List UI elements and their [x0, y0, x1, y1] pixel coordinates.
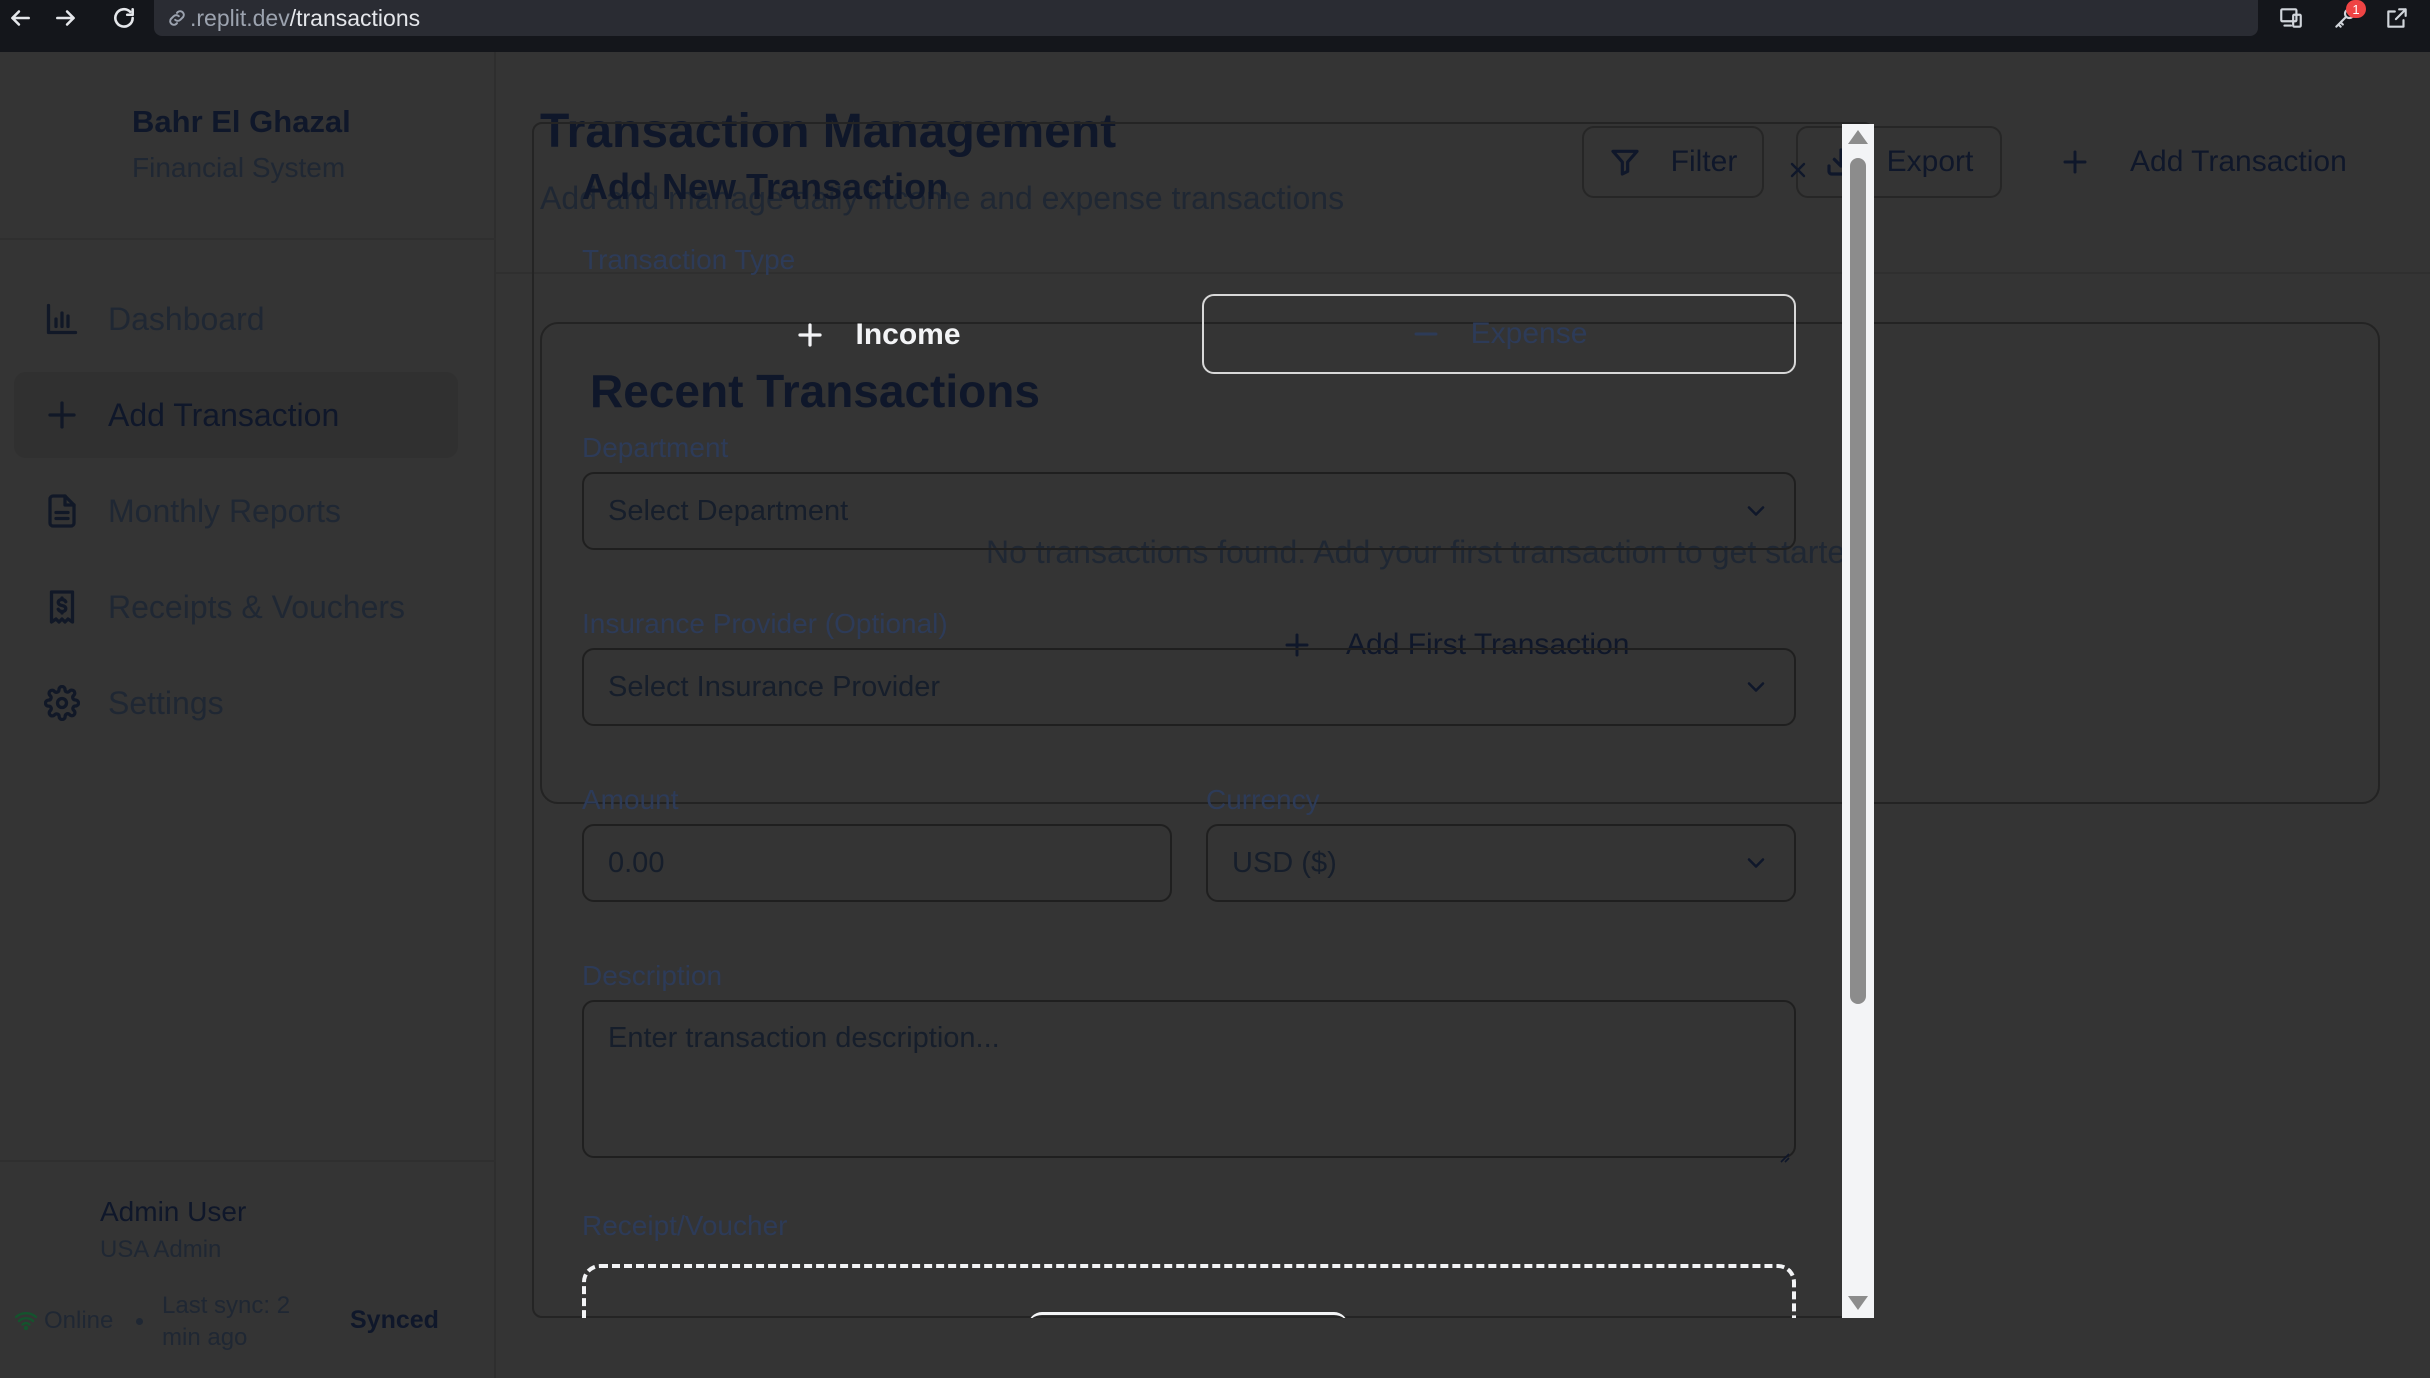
device-icon[interactable]	[2274, 2, 2308, 34]
plus-icon	[798, 323, 823, 347]
department-label: Department	[582, 432, 729, 463]
amount-label: Amount	[582, 784, 679, 815]
minus-icon	[1414, 332, 1438, 336]
scrollbar-thumb[interactable]	[1850, 158, 1866, 1004]
wifi-icon	[14, 1308, 38, 1332]
file-text-icon	[48, 494, 76, 528]
url-text: .replit.dev/transactions	[190, 4, 421, 31]
plus-icon	[48, 401, 76, 429]
open-external-icon[interactable]	[2380, 2, 2414, 34]
add-transaction-button[interactable]: Add Transaction	[2060, 126, 2347, 198]
export-label: Export	[1886, 145, 1974, 178]
department-placeholder: Select Department	[608, 494, 849, 527]
plus-icon	[2063, 150, 2087, 174]
currency-value: USD ($)	[1232, 846, 1337, 879]
sidebar-item-label: Dashboard	[108, 300, 265, 337]
online-status: Online	[44, 1307, 114, 1334]
user-divider	[0, 1160, 496, 1162]
sidebar-item-dashboard[interactable]: Dashboard	[14, 276, 458, 362]
sidebar-item-label: Settings	[108, 684, 224, 721]
income-toggle[interactable]: Income	[582, 296, 1174, 374]
brand-subtitle: Financial System	[132, 152, 346, 183]
income-label: Income	[855, 318, 961, 351]
sidebar-item-label: Add Transaction	[108, 396, 340, 433]
notification-badge: 1	[2346, 0, 2366, 18]
expense-label: Expense	[1470, 317, 1588, 350]
user-name: Admin User	[100, 1196, 247, 1227]
sidebar-item-label: Monthly Reports	[108, 492, 341, 529]
sidebar-item-label: Receipts & Vouchers	[108, 588, 406, 625]
back-icon[interactable]	[0, 0, 40, 36]
chevron-down-icon	[1742, 849, 1770, 877]
currency-label: Currency	[1206, 784, 1320, 815]
modal-bottom-edge	[532, 1318, 1874, 1378]
insurance-provider-label: Insurance Provider (Optional)	[582, 608, 948, 639]
forward-icon[interactable]	[46, 0, 86, 36]
last-sync: Last sync: 2 min ago	[162, 1292, 291, 1351]
sidebar-item-receipts-vouchers[interactable]: Receipts & Vouchers	[14, 564, 458, 650]
amount-placeholder: 0.00	[608, 846, 665, 879]
sidebar-item-add-transaction[interactable]: Add Transaction	[14, 372, 458, 458]
sidebar-item-monthly-reports[interactable]: Monthly Reports	[14, 468, 458, 554]
sidebar-divider	[0, 238, 496, 240]
chevron-down-icon	[1742, 497, 1770, 525]
add-transaction-label: Add Transaction	[2130, 145, 2347, 178]
modal-title: Add New Transaction	[582, 166, 949, 207]
link-icon	[169, 10, 185, 26]
department-select[interactable]: Select Department	[582, 472, 1796, 550]
receipt-dollar-icon	[49, 590, 75, 624]
resize-handle-icon[interactable]	[1776, 1138, 1790, 1163]
sync-status: Synced	[350, 1306, 439, 1334]
amount-input[interactable]: 0.00	[582, 824, 1172, 902]
address-bar[interactable]: .replit.dev/transactions	[154, 0, 2258, 36]
sidebar-item-settings[interactable]: Settings	[14, 660, 458, 746]
description-textarea[interactable]: Enter transaction description...	[582, 1000, 1796, 1163]
user-role: USA Admin	[100, 1236, 222, 1263]
receipt-voucher-label: Receipt/Voucher	[582, 1210, 788, 1241]
scroll-down-icon[interactable]	[1848, 1296, 1868, 1310]
insurance-placeholder: Select Insurance Provider	[608, 670, 941, 703]
expense-toggle[interactable]: Expense	[1202, 294, 1796, 374]
status-separator	[136, 1318, 143, 1325]
insurance-provider-select[interactable]: Select Insurance Provider	[582, 648, 1796, 726]
brand-title: Bahr El Ghazal	[132, 104, 351, 139]
bar-chart-icon	[46, 303, 78, 335]
chevron-down-icon	[1742, 673, 1770, 701]
reload-icon[interactable]	[104, 0, 144, 36]
close-icon[interactable]	[1782, 154, 1814, 186]
description-label: Description	[582, 960, 723, 991]
description-placeholder: Enter transaction description...	[608, 1022, 1000, 1054]
gear-icon	[44, 685, 80, 721]
currency-select[interactable]: USD ($)	[1206, 824, 1796, 902]
scroll-up-icon[interactable]	[1848, 130, 1868, 144]
transaction-type-label: Transaction Type	[582, 244, 796, 275]
